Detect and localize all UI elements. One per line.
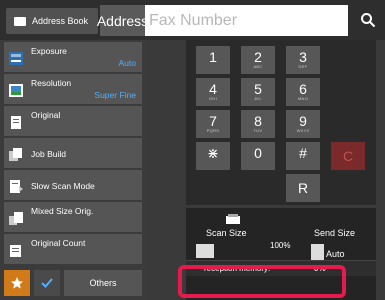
original-label: Original [31,110,61,120]
checklist-button[interactable] [34,270,60,296]
key-3[interactable]: 3 DEF [286,46,320,74]
mixed-size-original-label: Mixed Size Orig. [31,206,94,216]
resolution-value: Super Fine [94,90,136,100]
address-book-icon [14,16,26,26]
search-button[interactable] [355,6,381,34]
top-bar: Address Book Address [0,0,385,40]
numeric-keypad: 1 2 ABC 3 DEF 4 GHI 5 JKL 6 MNO 7 PQRS 8 TUV 9W… [186,40,376,205]
key-r[interactable]: R [286,174,320,202]
send-size-label[interactable]: Send Size [314,228,355,238]
key-1[interactable]: 1 [196,46,230,74]
highlight-box [178,265,346,298]
ratio-value: 100% [270,241,291,250]
original-count-button[interactable]: Original Count [4,234,142,264]
address-label[interactable]: Address [97,5,148,36]
mixed-size-icon [9,212,23,225]
search-icon [361,13,376,28]
checkmark-icon [41,278,53,288]
scanner-icon [226,214,240,224]
bottom-bar: Others [0,268,146,300]
key-hash[interactable]: # [286,142,320,170]
others-button[interactable]: Others [64,270,142,296]
original-button[interactable]: Original [4,106,142,136]
address-book-label: Address Book [32,16,89,26]
exposure-button[interactable]: Exposure Auto [4,42,142,72]
star-icon [11,277,23,289]
original-count-icon [10,245,21,257]
resolution-icon [9,84,23,97]
resolution-label: Resolution [31,78,72,88]
slow-scan-mode-button[interactable]: Slow Scan Mode [4,170,142,200]
key-6[interactable]: 6 MNO [286,78,320,106]
send-size-document-icon [311,244,324,260]
key-4[interactable]: 4 GHI [196,78,230,106]
key-7[interactable]: 7 PQRS [196,110,230,138]
key-8[interactable]: 8 TUV [241,110,275,138]
key-2[interactable]: 2 ABC [241,46,275,74]
slow-scan-mode-label: Slow Scan Mode [31,181,95,191]
job-build-label: Job Build [31,149,66,159]
key-0[interactable]: 0 [241,142,275,170]
exposure-label: Exposure [31,46,67,56]
settings-panel: Exposure Auto Resolution Super Fine Orig… [0,40,146,300]
fax-number-input[interactable] [145,5,345,36]
mixed-size-original-button[interactable]: Mixed Size Orig. [4,202,142,232]
resolution-button[interactable]: Resolution Super Fine [4,74,142,104]
scan-size-label[interactable]: Scan Size [206,228,247,238]
job-build-icon [9,148,22,161]
clear-key[interactable]: C [331,142,365,170]
key-5[interactable]: 5 JKL [241,78,275,106]
send-size-value: Auto [326,249,345,259]
original-count-label: Original Count [31,238,86,248]
address-book-button[interactable]: Address Book [6,8,98,34]
address-field: Address [97,5,348,36]
key-9[interactable]: 9 WXYZ [286,110,320,138]
exposure-value: Auto [118,58,137,68]
slow-scan-icon [10,180,23,193]
scan-size-document-icon [196,244,214,258]
original-icon [11,116,21,129]
exposure-icon [9,52,23,65]
job-build-button[interactable]: Job Build [4,138,142,168]
favorites-button[interactable] [4,270,30,296]
key-star[interactable]: ⋇ [196,142,230,170]
